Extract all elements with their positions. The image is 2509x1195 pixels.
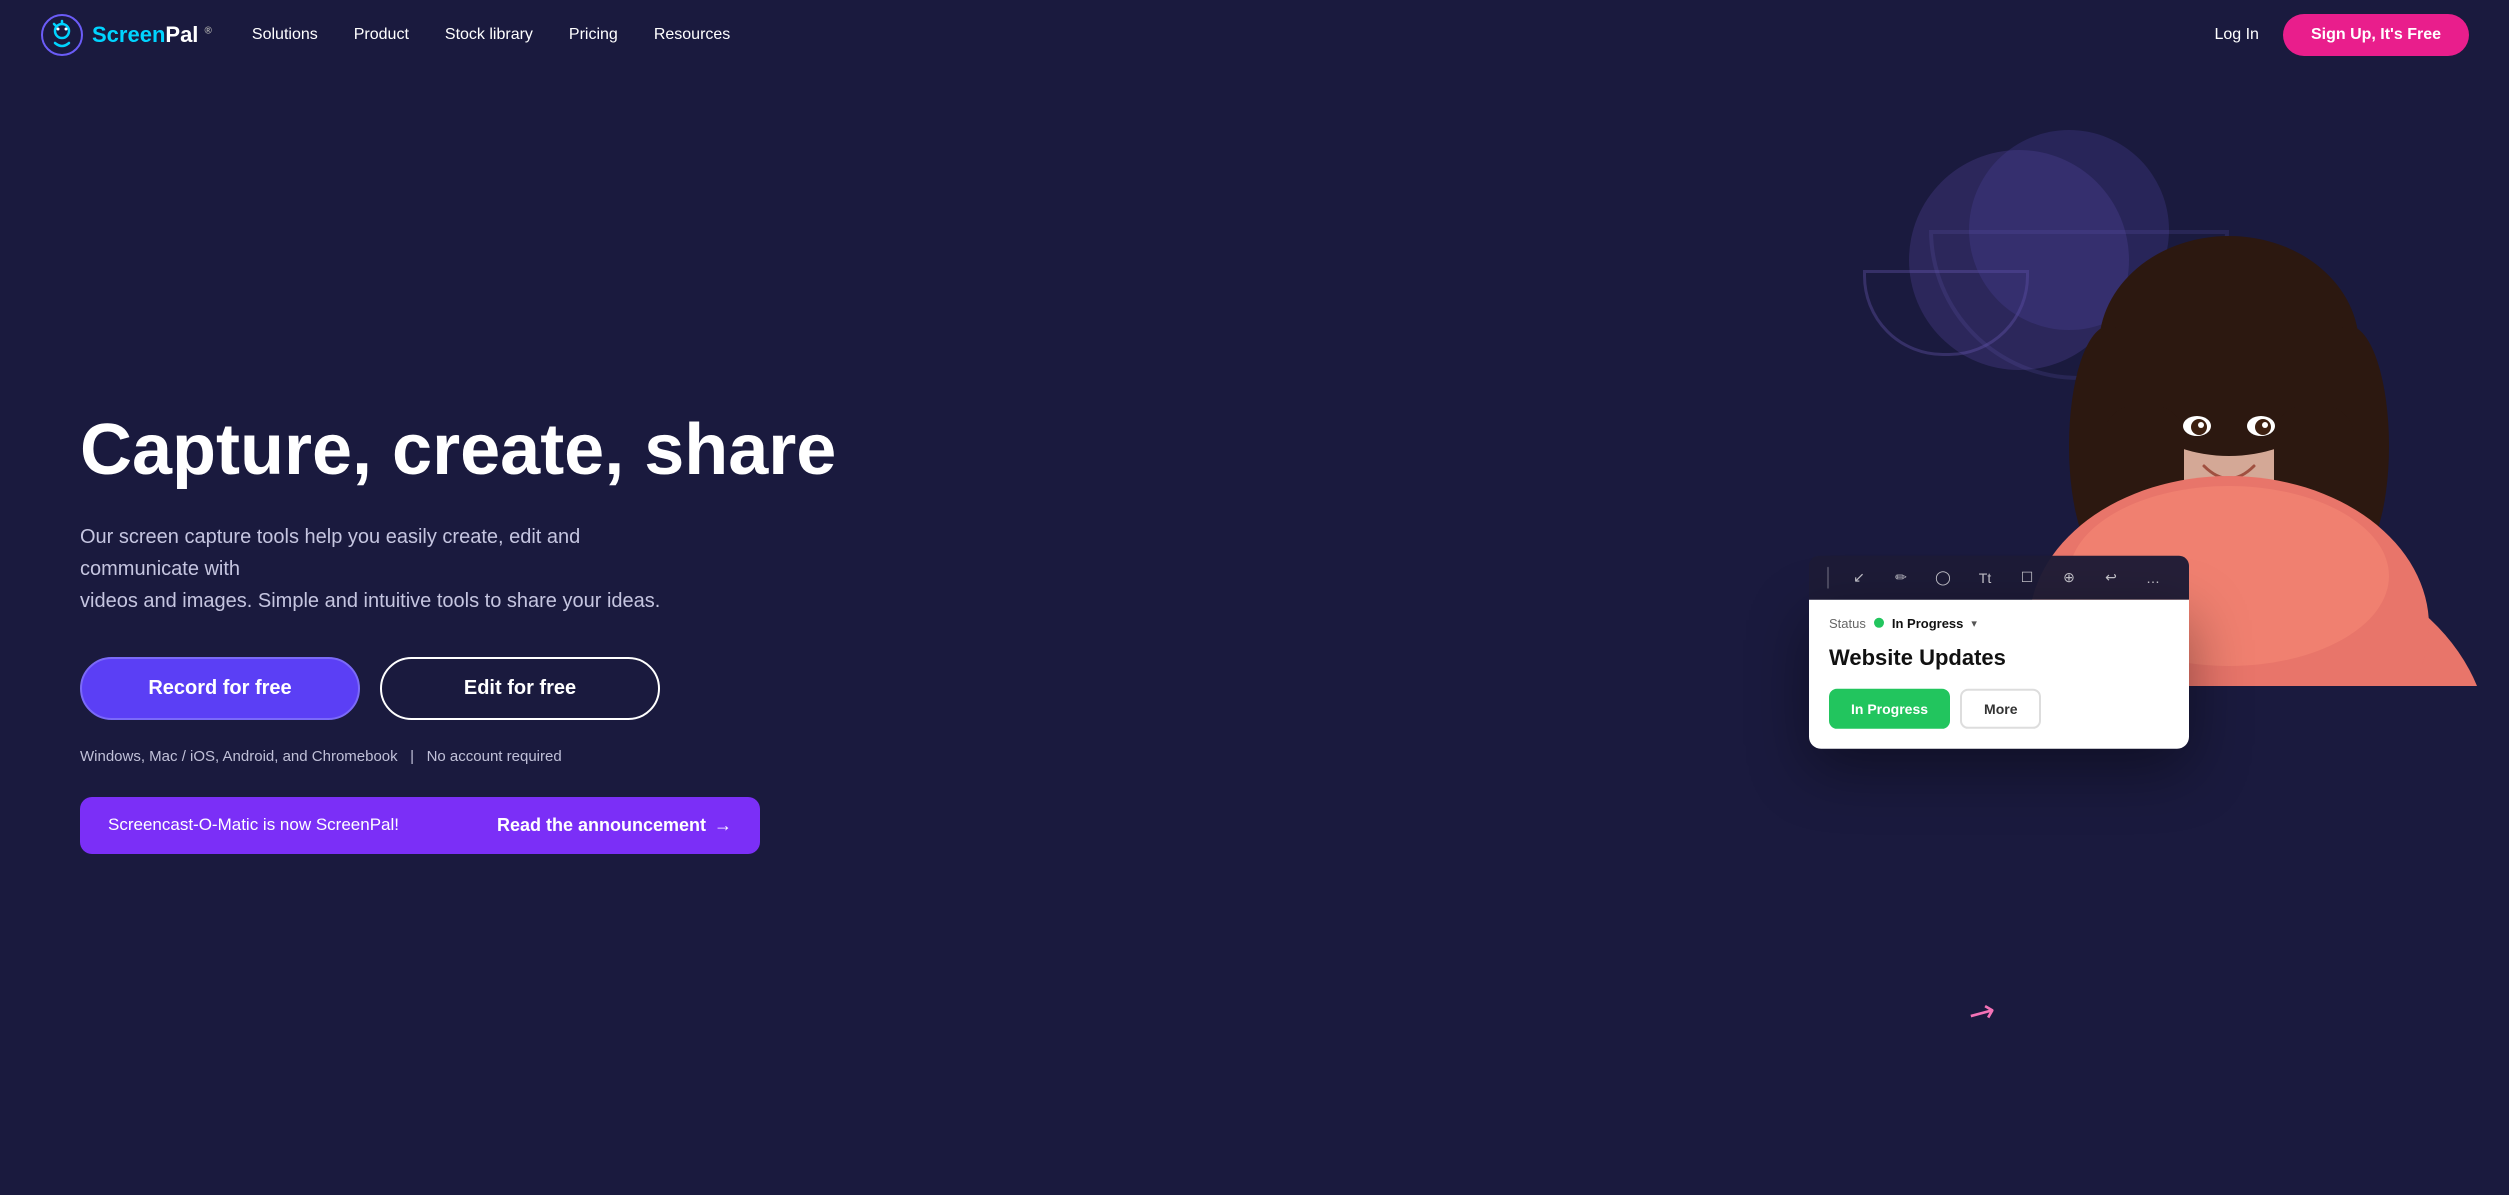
card-more-button[interactable]: More: [1960, 688, 2041, 728]
navbar: ScreenPal ® Solutions Product Stock libr…: [0, 0, 2509, 70]
nav-item-stock[interactable]: Stock library: [445, 26, 533, 44]
card-action-buttons: In Progress More: [1829, 688, 2169, 728]
login-link[interactable]: Log In: [2214, 26, 2258, 44]
hero-footnote: Windows, Mac / iOS, Android, and Chromeb…: [80, 748, 860, 765]
toolbar-icon-rect[interactable]: ☐: [2015, 565, 2039, 589]
status-dot: [1874, 618, 1884, 628]
ui-mockup: ↙ ✏ ◯ Tt ☐ ⊕ ↩ … Status In Progress ▾ We…: [1809, 555, 2189, 748]
record-for-free-button[interactable]: Record for free: [80, 657, 360, 720]
hero-section: Capture, create, share Our screen captur…: [0, 70, 2509, 1195]
card-in-progress-button[interactable]: In Progress: [1829, 688, 1950, 728]
nav-item-product[interactable]: Product: [354, 26, 409, 44]
editor-toolbar: ↙ ✏ ◯ Tt ☐ ⊕ ↩ …: [1809, 555, 2189, 599]
toolbar-icon-more[interactable]: …: [2141, 565, 2165, 589]
announcement-bar: Screencast-O-Matic is now ScreenPal! Rea…: [80, 797, 760, 854]
toolbar-divider: [1827, 566, 1829, 588]
toolbar-icon-eraser[interactable]: ◯: [1931, 565, 1955, 589]
toolbar-icon-zoom[interactable]: ⊕: [2057, 565, 2081, 589]
toolbar-icon-undo[interactable]: ↩: [2099, 565, 2123, 589]
hero-content: Capture, create, share Our screen captur…: [80, 411, 860, 853]
toolbar-icon-pen[interactable]: ✏: [1889, 565, 1913, 589]
status-label: Status: [1829, 615, 1866, 630]
hero-title: Capture, create, share: [80, 411, 860, 490]
nav-links: Solutions Product Stock library Pricing …: [252, 26, 2215, 44]
nav-item-solutions[interactable]: Solutions: [252, 26, 318, 44]
circle-decoration-2: [1929, 230, 2229, 380]
edit-for-free-button[interactable]: Edit for free: [380, 657, 660, 720]
toolbar-icon-text[interactable]: Tt: [1973, 565, 1997, 589]
logo[interactable]: ScreenPal ®: [40, 13, 212, 57]
status-card: Status In Progress ▾ Website Updates In …: [1809, 599, 2189, 748]
nav-right: Log In Sign Up, It's Free: [2214, 14, 2469, 56]
card-title: Website Updates: [1829, 644, 2169, 670]
hero-buttons: Record for free Edit for free: [80, 657, 860, 720]
pink-arrow-decoration: ↗: [1961, 988, 2003, 1034]
announcement-link[interactable]: Read the announcement →: [497, 815, 732, 836]
nav-item-resources[interactable]: Resources: [654, 26, 730, 44]
logo-icon: [40, 13, 84, 57]
signup-button[interactable]: Sign Up, It's Free: [2283, 14, 2469, 56]
status-row: Status In Progress ▾: [1829, 615, 2169, 630]
logo-text: ScreenPal ®: [92, 22, 212, 48]
nav-item-pricing[interactable]: Pricing: [569, 26, 618, 44]
hero-subtitle: Our screen capture tools help you easily…: [80, 521, 700, 617]
status-chevron[interactable]: ▾: [1971, 616, 1977, 629]
toolbar-icon-cursor[interactable]: ↙: [1847, 565, 1871, 589]
announcement-text: Screencast-O-Matic is now ScreenPal!: [108, 815, 477, 835]
status-value: In Progress: [1892, 615, 1964, 630]
